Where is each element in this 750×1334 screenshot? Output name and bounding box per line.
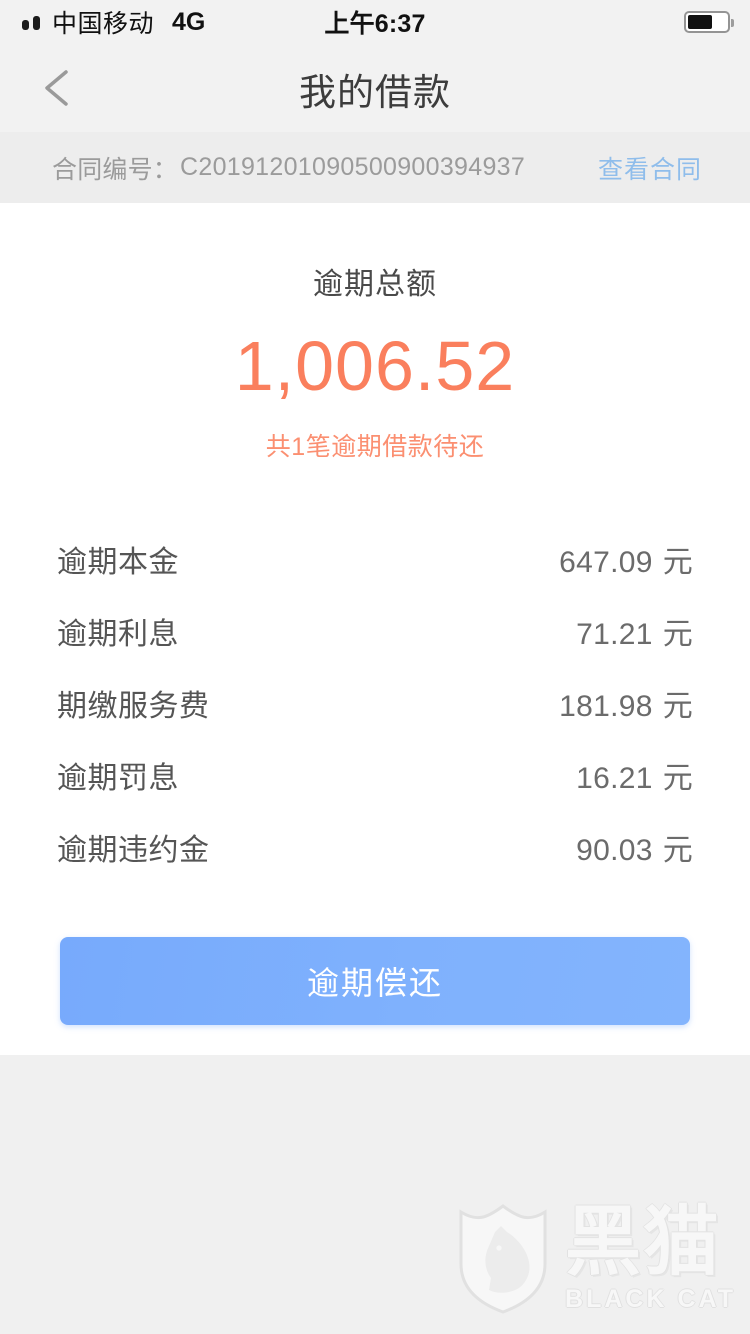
row-amount: 90.03	[576, 834, 653, 867]
black-cat-shield-icon	[459, 1204, 547, 1314]
row-value: 647.09 元	[559, 537, 693, 581]
overdue-total-label: 逾期总额	[313, 268, 437, 301]
table-row: 逾期罚息 16.21 元	[57, 753, 693, 825]
fee-breakdown-list: 逾期本金 647.09 元 逾期利息 71.21 元 期缴服务费 181.98 元 逾…	[0, 537, 750, 897]
row-amount: 16.21	[576, 762, 653, 795]
overdue-count-note: 共1笔逾期借款待还	[265, 433, 485, 461]
table-row: 逾期本金 647.09 元	[57, 537, 693, 609]
status-bar-clock: 上午6:37	[324, 10, 426, 38]
row-label: 逾期本金	[57, 546, 179, 579]
status-bar: 中国移动 4G 上午6:37	[0, 0, 750, 44]
overdue-total-amount: 1,006.52	[234, 327, 516, 405]
row-amount: 181.98	[559, 690, 653, 723]
row-unit: 元	[662, 690, 693, 723]
row-value: 16.21 元	[576, 753, 693, 797]
table-row: 期缴服务费 181.98 元	[57, 681, 693, 753]
view-contract-link[interactable]: 查看合同	[598, 150, 702, 186]
page-title: 我的借款	[299, 72, 451, 113]
watermark-text: 黑猫 BLACK CAT	[565, 1199, 736, 1314]
overdue-summary: 逾期总额 1,006.52 共1笔逾期借款待还	[0, 203, 750, 463]
row-unit: 元	[662, 762, 693, 795]
watermark-cn: 黑猫	[565, 1199, 722, 1285]
row-label: 逾期利息	[57, 618, 179, 651]
row-label: 期缴服务费	[57, 690, 210, 723]
watermark-en: BLACK CAT	[565, 1285, 736, 1313]
row-unit: 元	[662, 618, 693, 651]
row-label: 逾期违约金	[57, 834, 210, 867]
row-amount: 647.09	[559, 546, 653, 579]
contract-number-label: 合同编号：	[52, 155, 179, 184]
app-screen: 中国移动 4G 上午6:37 我的借款 合同编号： C2019120109050…	[0, 0, 750, 1334]
battery-icon	[684, 11, 734, 33]
table-row: 逾期违约金 90.03 元	[57, 825, 693, 897]
row-unit: 元	[662, 834, 693, 867]
action-area: 逾期偿还	[0, 937, 750, 1025]
row-value: 181.98 元	[559, 681, 693, 725]
row-label: 逾期罚息	[57, 762, 179, 795]
battery-fill	[688, 15, 712, 29]
navigation-bar: 我的借款	[0, 44, 750, 132]
repay-overdue-button[interactable]: 逾期偿还	[60, 937, 690, 1025]
contract-bar: 合同编号： C20191201090500900394937 查看合同	[0, 132, 750, 203]
table-row: 逾期利息 71.21 元	[57, 609, 693, 681]
row-value: 71.21 元	[576, 609, 693, 653]
row-amount: 71.21	[576, 618, 653, 651]
contract-number-value: C20191201090500900394937	[180, 153, 526, 181]
loan-detail-card: 逾期总额 1,006.52 共1笔逾期借款待还 逾期本金 647.09 元 逾期利…	[0, 203, 750, 1055]
row-unit: 元	[662, 546, 693, 579]
row-value: 90.03 元	[576, 825, 693, 869]
black-cat-watermark: 黑猫 BLACK CAT	[455, 1202, 736, 1314]
